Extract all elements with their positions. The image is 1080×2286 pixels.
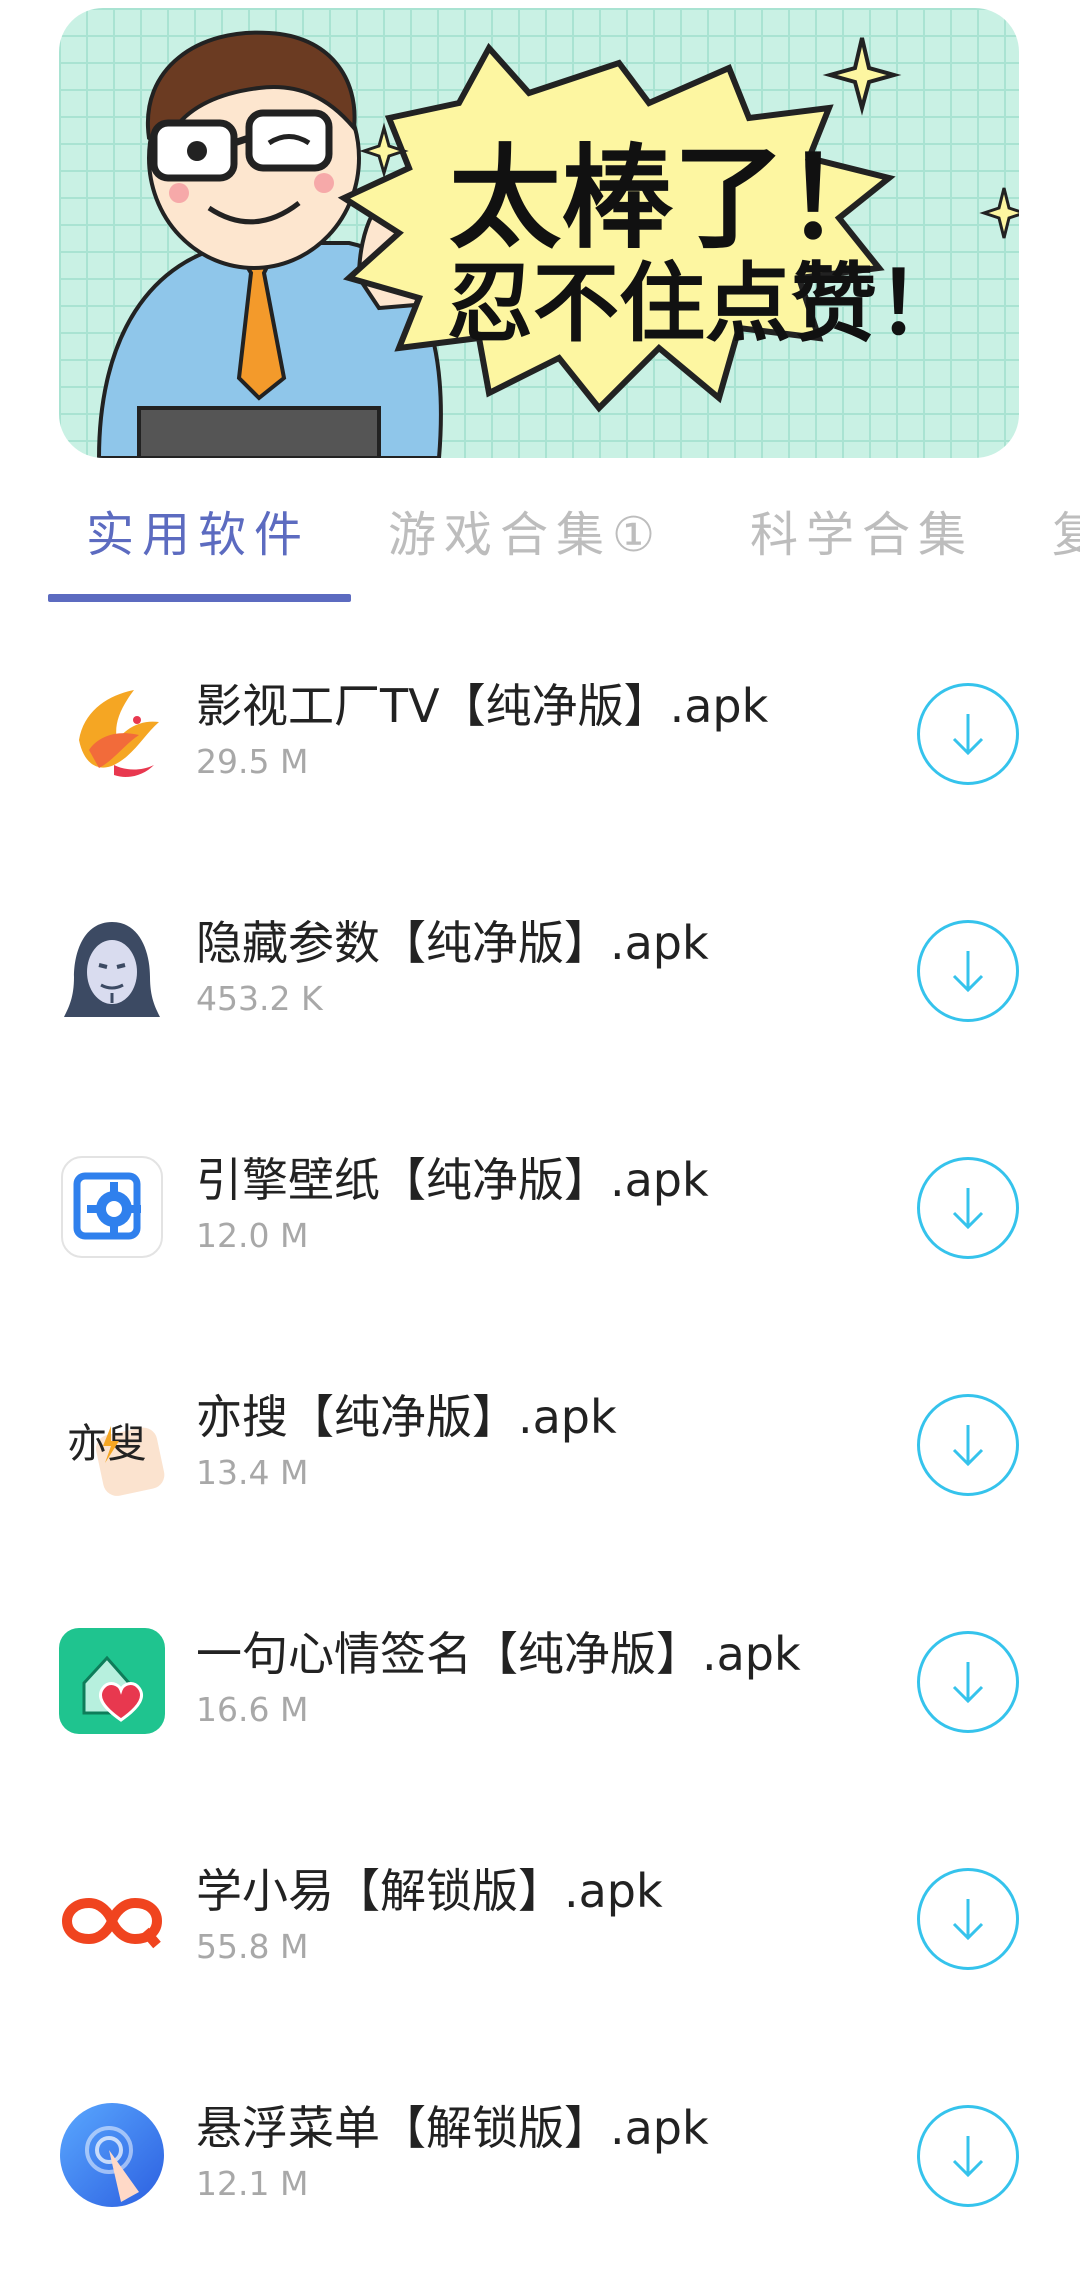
arrow-down-icon — [952, 1425, 984, 1467]
arrow-down-icon — [952, 951, 984, 993]
tab-partial-next[interactable]: 复 — [1052, 500, 1080, 570]
list-item[interactable]: 隐藏参数【纯净版】.apk 453.2 K — [0, 887, 1080, 1124]
app-size: 16.6 M — [196, 1690, 309, 1729]
app-title: 学小易【解锁版】.apk — [196, 1864, 663, 1918]
app-title: 隐藏参数【纯净版】.apk — [196, 916, 709, 970]
list-item[interactable]: 学小易【解锁版】.apk 55.8 M — [0, 1835, 1080, 2072]
floating-touch-icon — [59, 2102, 165, 2208]
download-button[interactable] — [917, 1157, 1019, 1259]
app-size: 12.0 M — [196, 1216, 309, 1255]
app-size: 55.8 M — [196, 1927, 309, 1966]
yisou-logo-icon: 亦叟 — [59, 1391, 165, 1497]
arrow-down-icon — [952, 1662, 984, 1704]
app-title: 悬浮菜单【解锁版】.apk — [196, 2101, 709, 2155]
gear-frame-icon — [59, 1154, 165, 1260]
list-item[interactable]: 悬浮菜单【解锁版】.apk 12.1 M — [0, 2072, 1080, 2286]
download-button[interactable] — [917, 1394, 1019, 1496]
app-title: 影视工厂TV【纯净版】.apk — [196, 679, 769, 733]
download-button[interactable] — [917, 2105, 1019, 2207]
app-title: 亦搜【纯净版】.apk — [196, 1390, 617, 1444]
download-button[interactable] — [917, 683, 1019, 785]
category-tabs: 实用软件 游戏合集① 科学合集 复 — [0, 470, 1080, 605]
list-item[interactable]: 引擎壁纸【纯净版】.apk 12.0 M — [0, 1124, 1080, 1361]
promo-banner[interactable]: 太棒了！ 忍不住点赞！ — [59, 8, 1019, 458]
banner-subline: 忍不住点赞！ — [447, 254, 963, 354]
app-size: 29.5 M — [196, 742, 309, 781]
arrow-down-icon — [952, 714, 984, 756]
download-button[interactable] — [917, 1868, 1019, 1970]
house-heart-icon — [59, 1628, 165, 1734]
tab-game-collection[interactable]: 游戏合集① — [388, 500, 663, 570]
app-title: 引擎壁纸【纯净版】.apk — [196, 1153, 709, 1207]
download-button[interactable] — [917, 920, 1019, 1022]
hooded-mask-icon — [59, 917, 165, 1023]
phoenix-logo-icon — [59, 680, 165, 786]
arrow-down-icon — [952, 1899, 984, 1941]
download-button[interactable] — [917, 1631, 1019, 1733]
tab-practical-software[interactable]: 实用软件 — [86, 500, 310, 570]
app-page: 太棒了！ 忍不住点赞！ 实用软件 游戏合集① 科学合集 复 影视工厂TV【纯净版… — [0, 0, 1080, 2286]
tab-science-collection[interactable]: 科学合集 — [750, 500, 974, 570]
app-title: 一句心情签名【纯净版】.apk — [196, 1627, 801, 1681]
arrow-down-icon — [952, 1188, 984, 1230]
app-size: 12.1 M — [196, 2164, 309, 2203]
list-item[interactable]: 影视工厂TV【纯净版】.apk 29.5 M — [0, 650, 1080, 887]
infinity-logo-icon — [59, 1865, 165, 1971]
arrow-down-icon — [952, 2136, 984, 2178]
list-item[interactable]: 亦叟 亦搜【纯净版】.apk 13.4 M — [0, 1361, 1080, 1598]
list-item[interactable]: 一句心情签名【纯净版】.apk 16.6 M — [0, 1598, 1080, 1835]
active-tab-indicator — [48, 594, 351, 602]
app-size: 453.2 K — [196, 979, 323, 1018]
app-size: 13.4 M — [196, 1453, 309, 1492]
